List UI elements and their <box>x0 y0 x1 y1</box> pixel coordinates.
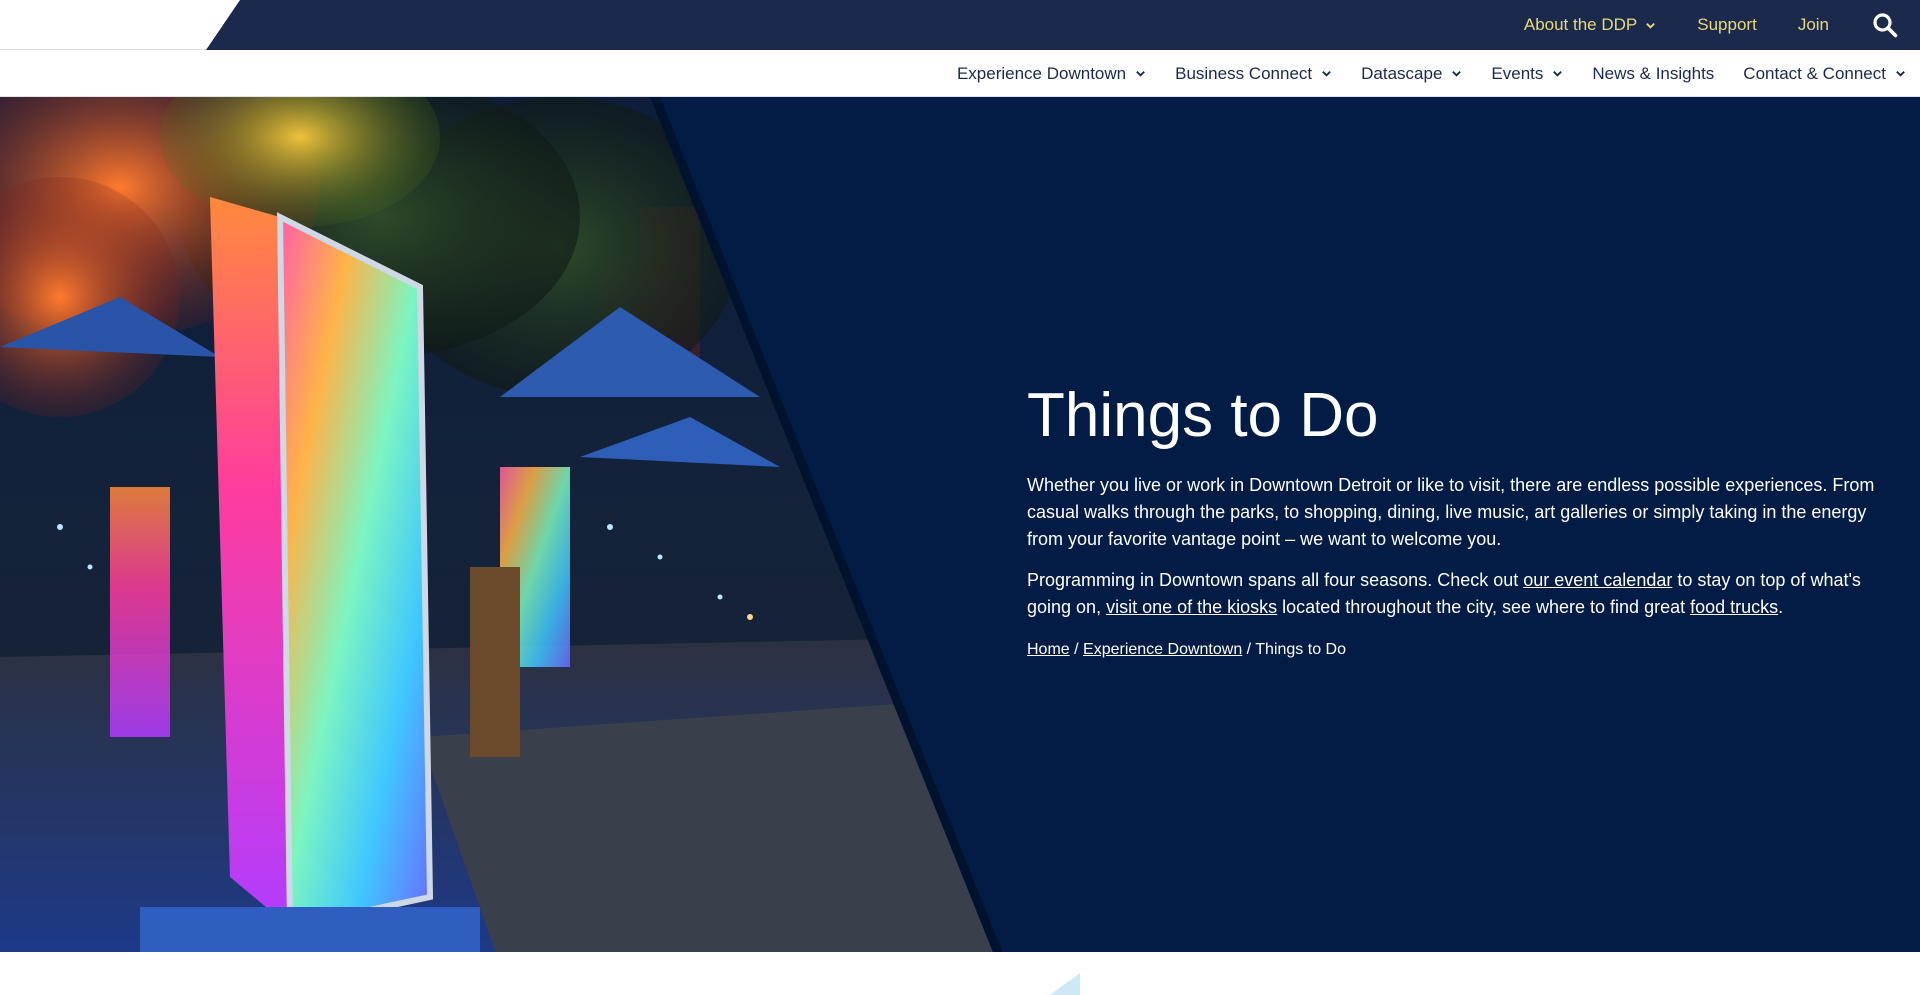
nav-item-label: Contact & Connect <box>1743 63 1886 83</box>
search-icon <box>1873 13 1898 38</box>
nav-item-events[interactable]: Events <box>1491 64 1563 84</box>
breadcrumb: Home / Experience Downtown / Things to D… <box>1027 639 1877 661</box>
util-link-support[interactable]: Support <box>1697 15 1757 35</box>
util-link-about-label: About the DDP <box>1523 15 1638 34</box>
search-button[interactable] <box>1870 10 1900 40</box>
breadcrumb-separator: / <box>1242 641 1256 658</box>
hero-programming-paragraph: Programming in Downtown spans all four s… <box>1027 567 1877 621</box>
nav-item-business-connect[interactable]: Business Connect <box>1175 64 1332 84</box>
nav-item-label: Business Connect <box>1175 63 1313 83</box>
hero-intro-paragraph: Whether you live or work in Downtown Det… <box>1027 475 1875 549</box>
utility-bar: About the DDP Support Join <box>0 0 1920 50</box>
breadcrumb-separator: / <box>1069 641 1084 658</box>
chevron-down-icon <box>1553 71 1563 77</box>
page-title: Things to Do <box>1027 381 1379 450</box>
breadcrumb-experience-downtown-link[interactable]: Experience Downtown <box>1083 641 1242 658</box>
util-link-support-label: Support <box>1697 15 1757 34</box>
nav-item-contact-connect[interactable]: Contact & Connect <box>1743 64 1906 84</box>
paragraph-text: Programming in Downtown spans all four s… <box>1027 570 1524 590</box>
kiosks-link[interactable]: visit one of the kiosks <box>1106 597 1277 617</box>
nav-item-label: Experience Downtown <box>956 63 1127 83</box>
nav-item-label: Events <box>1491 63 1544 83</box>
chevron-down-icon <box>1322 71 1331 77</box>
decorative-triangle <box>1050 973 1080 995</box>
paragraph-text: . <box>1778 597 1784 617</box>
nav-item-label: News & Insights <box>1592 63 1715 83</box>
hero-content: Things to Do Whether you live or work in… <box>1027 380 1877 661</box>
utility-nav: About the DDP Support Join <box>1524 0 1920 50</box>
main-nav-items: Experience Downtown Business Connect Dat… <box>928 50 1906 97</box>
paragraph-text: located throughout the city, see where t… <box>1277 597 1691 617</box>
nav-item-label: Datascape <box>1361 63 1443 83</box>
util-link-join-label: Join <box>1797 15 1829 34</box>
breadcrumb-home-link[interactable]: Home <box>1027 641 1070 658</box>
content-area-top <box>0 952 1920 995</box>
chevron-down-icon <box>1896 71 1905 77</box>
chevron-down-icon <box>1452 71 1462 77</box>
breadcrumb-current: Things to Do <box>1255 641 1346 658</box>
util-link-join[interactable]: Join <box>1798 15 1829 35</box>
event-calendar-link[interactable]: our event calendar <box>1523 570 1672 590</box>
site-logo[interactable] <box>0 0 240 50</box>
main-nav: Experience Downtown Business Connect Dat… <box>0 50 1920 97</box>
util-link-about[interactable]: About the DDP <box>1524 15 1656 35</box>
chevron-down-icon <box>1136 71 1145 77</box>
nav-item-datascape[interactable]: Datascape <box>1361 64 1462 84</box>
nav-item-experience-downtown[interactable]: Experience Downtown <box>957 64 1146 84</box>
chevron-down-icon <box>1646 22 1656 29</box>
food-trucks-link[interactable]: food trucks <box>1690 597 1778 617</box>
nav-item-news-insights[interactable]: News & Insights <box>1592 64 1714 84</box>
